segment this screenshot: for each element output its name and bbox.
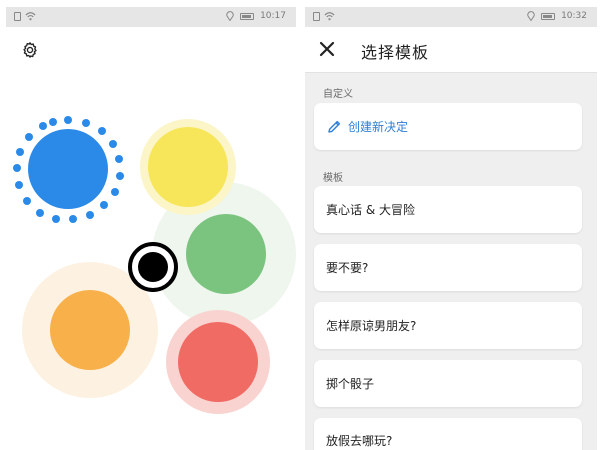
- status-time: 10:32: [561, 11, 587, 21]
- location-icon: [527, 11, 535, 21]
- right-screen: 10:32 选择模板 自定义 创建新决定 模板 真心话 & 大冒险 要不要? 怎…: [305, 7, 597, 450]
- template-item[interactable]: 怎样原谅男朋友?: [314, 302, 582, 349]
- pencil-icon: [328, 120, 341, 133]
- page-title: 选择模板: [361, 43, 430, 62]
- status-bar: 10:32: [305, 7, 597, 27]
- decision-wheel: [13, 116, 296, 414]
- battery-icon: [541, 12, 556, 20]
- custom-section-label: 自定义: [323, 89, 353, 100]
- template-item-label: 要不要?: [326, 261, 369, 275]
- sim-card-icon: [313, 11, 320, 21]
- template-item-label: 掷个骰子: [326, 377, 375, 391]
- blue-option-circle[interactable]: [28, 129, 108, 209]
- create-decision-label: 创建新决定: [348, 120, 409, 134]
- template-item[interactable]: 真心话 & 大冒险: [314, 186, 582, 233]
- yellow-option-circle[interactable]: [148, 127, 228, 207]
- template-item[interactable]: 掷个骰子: [314, 360, 582, 407]
- create-decision-button[interactable]: 创建新决定: [314, 103, 582, 150]
- template-item-label: 怎样原谅男朋友?: [326, 319, 417, 333]
- template-item[interactable]: 放假去哪玩?: [314, 418, 582, 450]
- green-option-circle[interactable]: [186, 214, 266, 294]
- templates-section-label: 模板: [323, 173, 343, 184]
- template-item[interactable]: 要不要?: [314, 244, 582, 291]
- wifi-icon: [324, 12, 335, 21]
- top-app-bar: 选择模板: [305, 27, 597, 73]
- orange-option-circle[interactable]: [50, 290, 130, 370]
- spin-button[interactable]: [138, 252, 168, 282]
- left-screen: 10:17: [6, 7, 296, 450]
- close-button[interactable]: [317, 39, 337, 59]
- red-option-circle[interactable]: [178, 322, 258, 402]
- close-icon: [319, 41, 335, 57]
- template-item-label: 真心话 & 大冒险: [326, 203, 415, 217]
- template-item-label: 放假去哪玩?: [326, 434, 393, 448]
